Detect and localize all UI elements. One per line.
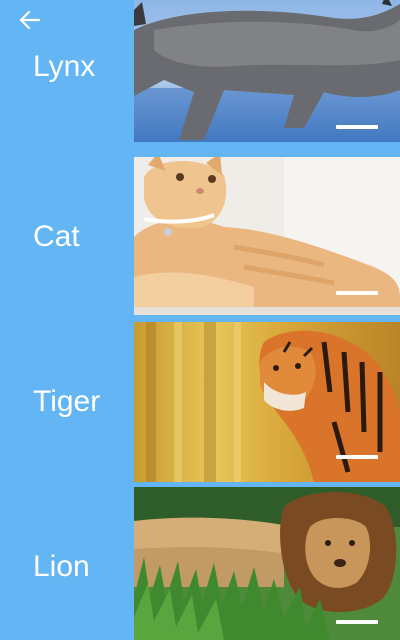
list-item-lion[interactable]: Lion xyxy=(0,487,400,640)
row-indicator xyxy=(336,291,378,295)
row-label: Lion xyxy=(33,550,90,583)
row-label: Tiger xyxy=(33,385,101,418)
row-indicator xyxy=(336,455,378,459)
lion-photo xyxy=(134,487,400,640)
animal-list-screen: Lynx Cat Tiger Lion xyxy=(0,0,400,640)
row-indicator xyxy=(336,125,378,129)
lynx-photo xyxy=(134,0,400,142)
list-item-lynx[interactable]: Lynx xyxy=(0,0,400,152)
row-label: Lynx xyxy=(33,50,96,83)
row-indicator xyxy=(336,620,378,624)
row-label: Cat xyxy=(33,220,80,253)
